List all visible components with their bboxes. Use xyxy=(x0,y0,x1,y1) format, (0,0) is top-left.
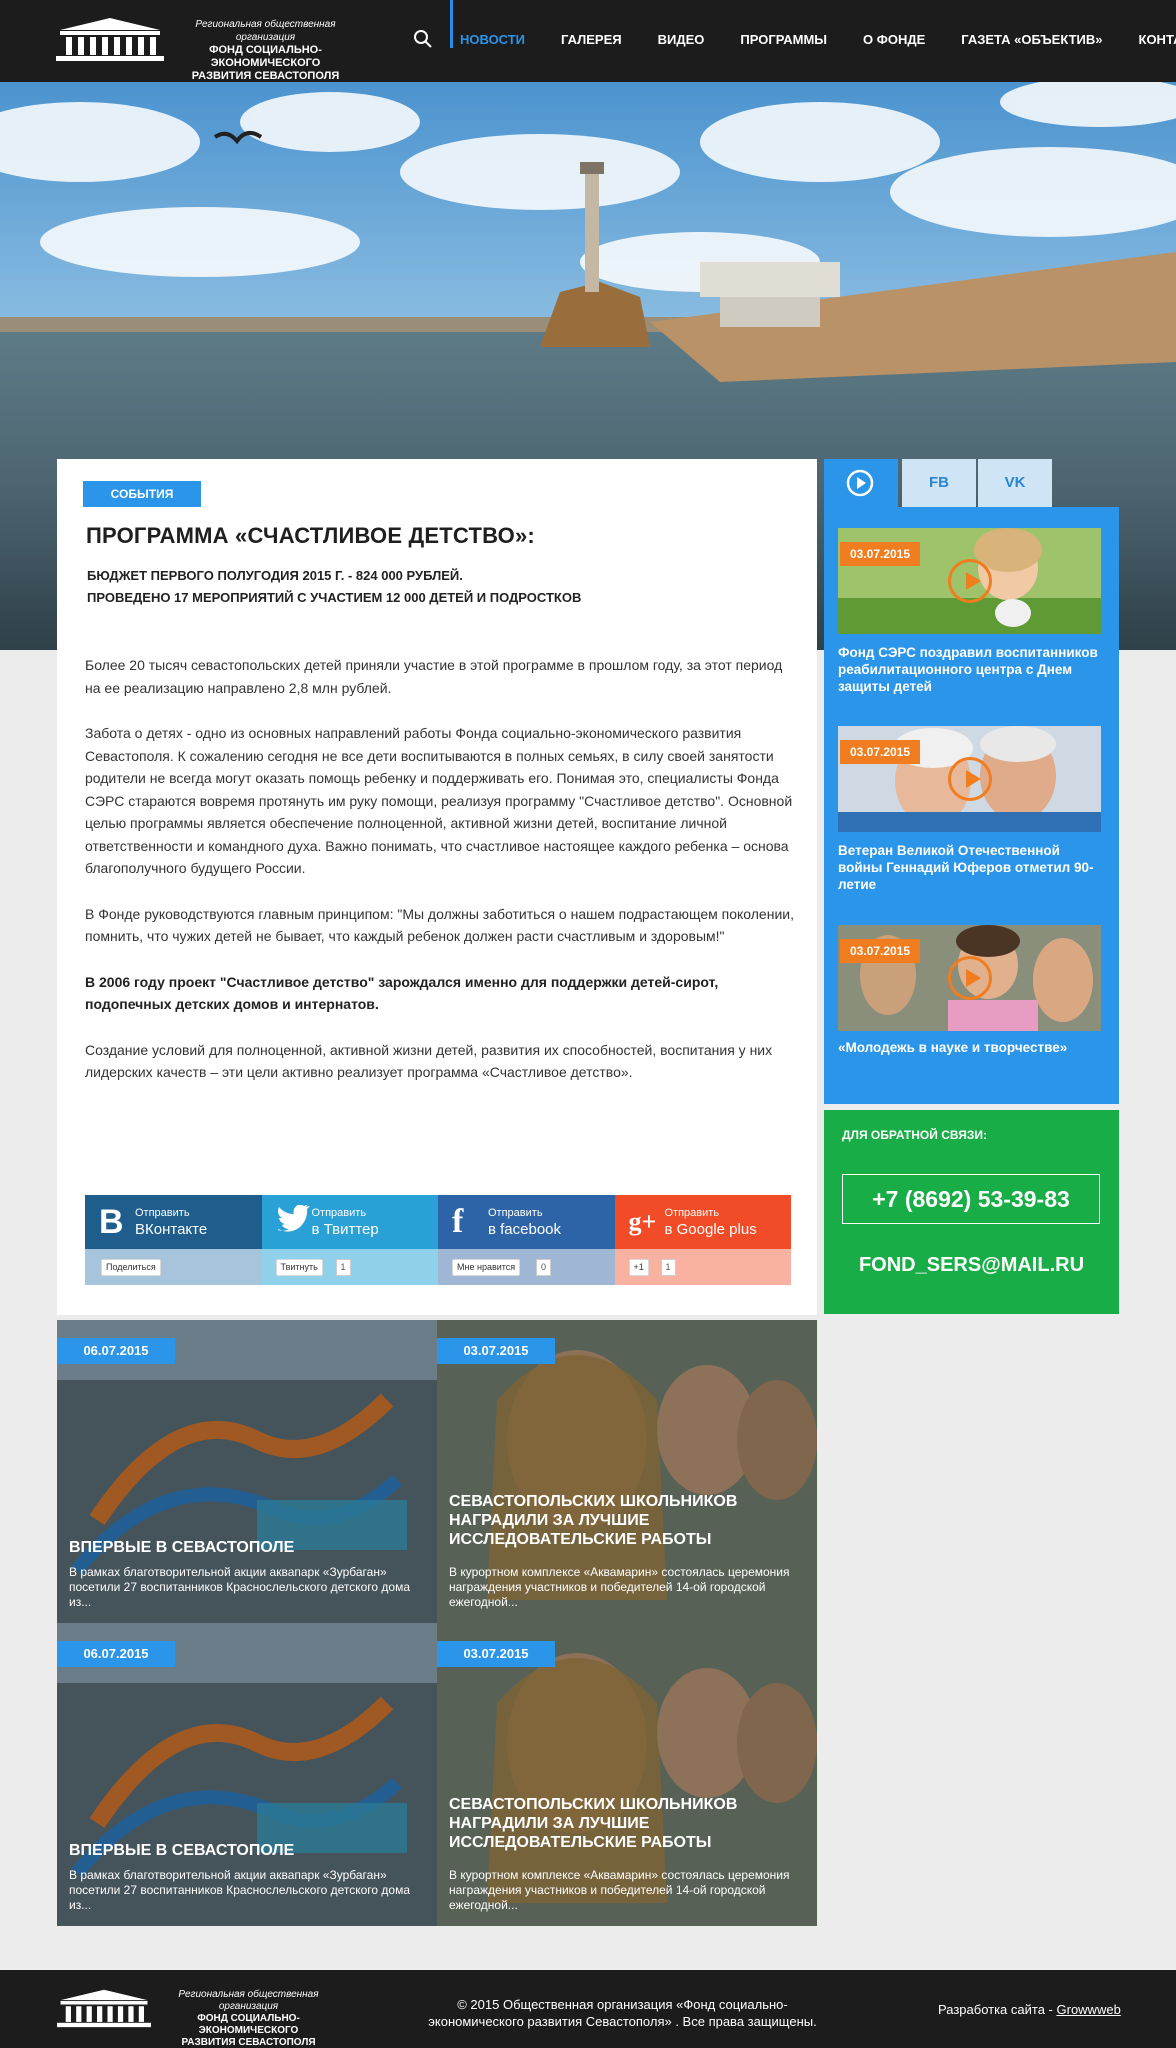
google-plus-icon: g+ xyxy=(628,1207,657,1236)
share-label: Отправить xyxy=(135,1207,190,1219)
contact-box: ДЛЯ ОБРАТНОЙ СВЯЗИ: +7 (8692) 53-39-83 F… xyxy=(824,1110,1119,1314)
footer-logo[interactable]: Региональная общественная организация ФО… xyxy=(56,1988,346,2048)
developer-label: Разработка сайта - xyxy=(938,2002,1053,2017)
plus-one-button[interactable]: +1 xyxy=(628,1259,649,1276)
video-date: 03.07.2015 xyxy=(840,939,920,963)
paragraph-bold: В 2006 году проект "Счастливое детство" … xyxy=(85,973,719,1013)
video-list: 03.07.2015 Фонд СЭРС поздравил воспитанн… xyxy=(824,507,1119,1104)
nav-item-gallery[interactable]: ГАЛЕРЕЯ xyxy=(561,32,622,47)
paragraph: Более 20 тысяч севастопольских детей при… xyxy=(85,657,783,696)
share-target: в Твиттер xyxy=(311,1221,379,1238)
share-vk[interactable]: В Отправить ВКонтакте Поделиться xyxy=(85,1195,262,1285)
share-twitter[interactable]: Отправить в Твиттер Твитнуть 1 xyxy=(261,1195,438,1285)
share-target: в facebook xyxy=(488,1221,562,1238)
article-card: СОБЫТИЯ ПРОГРАММА «СЧАСТЛИВОЕ ДЕТСТВО»: … xyxy=(57,459,817,1315)
logo-subtitle: Региональная общественная организация xyxy=(195,19,336,43)
developer-link[interactable]: Growwweb xyxy=(1057,2002,1121,2017)
nav-item-newspaper[interactable]: ГАЗЕТА «ОБЪЕКТИВ» xyxy=(961,32,1102,47)
plus-one-count: 1 xyxy=(660,1259,676,1276)
play-circle-icon xyxy=(846,469,874,497)
email-link[interactable]: FOND_SERS@MAIL.RU xyxy=(824,1254,1119,1277)
video-date: 03.07.2015 xyxy=(840,740,920,764)
play-button-icon[interactable] xyxy=(948,559,992,603)
facebook-icon: f xyxy=(452,1203,464,1240)
tweet-count: 1 xyxy=(335,1259,351,1276)
share-panel: В Отправить ВКонтакте Поделиться Отправи… xyxy=(85,1195,791,1285)
share-label: Отправить xyxy=(311,1207,367,1219)
nav-item-video[interactable]: ВИДЕО xyxy=(658,32,705,47)
site-header: Региональная общественная организация ФО… xyxy=(0,0,1176,82)
logo-subtitle: Региональная общественная организация xyxy=(178,1989,319,2012)
article-lead: БЮДЖЕТ ПЕРВОГО ПОЛУГОДИЯ 2015 Г. - 824 0… xyxy=(87,565,581,609)
share-google-plus[interactable]: g+ Отправить в Google plus +1 1 xyxy=(614,1195,791,1285)
lead-line: ПРОВЕДЕНО 17 МЕРОПРИЯТИЙ С УЧАСТИЕМ 12 0… xyxy=(87,590,582,605)
search-icon[interactable] xyxy=(412,28,434,50)
paragraph: В Фонде руководствуются главным принципо… xyxy=(85,905,794,945)
building-logo-icon xyxy=(57,1989,151,2028)
like-count: 0 xyxy=(536,1259,552,1276)
article-body: Более 20 тысяч севастопольских детей при… xyxy=(85,654,795,1107)
tab-vk[interactable]: VK xyxy=(978,459,1052,507)
news-card[interactable]: 03.07.2015 СЕВАСТОПОЛЬСКИХ ШКОЛЬНИКОВ НА… xyxy=(437,1320,817,1623)
video-date: 03.07.2015 xyxy=(840,542,920,566)
news-date: 03.07.2015 xyxy=(437,1338,555,1364)
nav-item-news[interactable]: НОВОСТИ xyxy=(460,32,525,47)
twitter-bird-icon xyxy=(277,1205,310,1232)
news-card[interactable]: 06.07.2015 ВПЕРВЫЕ В СЕВАСТОПОЛЕ В рамка… xyxy=(57,1623,437,1926)
share-target: в Google plus xyxy=(664,1221,757,1238)
video-title[interactable]: Ветеран Великой Отечественной войны Генн… xyxy=(838,842,1101,893)
logo-title-line1: ФОНД СОЦИАЛЬНО-ЭКОНОМИЧЕСКОГО xyxy=(197,2013,300,2036)
news-excerpt: В курортном комплексе «Аквамарин» состоя… xyxy=(449,1565,790,1609)
category-badge[interactable]: СОБЫТИЯ xyxy=(83,481,201,507)
main-nav: НОВОСТИ ГАЛЕРЕЯ ВИДЕО ПРОГРАММЫ О ФОНДЕ … xyxy=(460,32,1176,47)
article-title: ПРОГРАММА «СЧАСТЛИВОЕ ДЕТСТВО»: xyxy=(86,523,535,548)
paragraph: Забота о детях - одно из основных направ… xyxy=(85,725,793,876)
news-title[interactable]: ВПЕРВЫЕ В СЕВАСТОПОЛЕ xyxy=(69,1538,409,1557)
share-target: ВКонтакте xyxy=(135,1221,208,1238)
news-excerpt: В рамках благотворительной акции аквапар… xyxy=(69,1868,411,1912)
site-footer: Региональная общественная организация ФО… xyxy=(0,1970,1176,2048)
video-title[interactable]: «Молодежь в науке и творчестве» xyxy=(838,1039,1101,1056)
news-card[interactable]: 06.07.2015 ВПЕРВЫЕ В СЕВАСТОПОЛЕ В рамка… xyxy=(57,1320,437,1623)
vk-share-button[interactable]: Поделиться xyxy=(101,1259,161,1276)
video-title[interactable]: Фонд СЭРС поздравил воспитанников реабил… xyxy=(838,644,1101,695)
site-logo[interactable]: Региональная общественная организация ФО… xyxy=(56,16,366,82)
building-logo-icon xyxy=(56,18,164,61)
news-date: 03.07.2015 xyxy=(437,1641,555,1667)
share-facebook[interactable]: f Отправить в facebook Мне нравится 0 xyxy=(438,1195,615,1285)
developer-credit: Разработка сайта - Growwweb xyxy=(938,2002,1121,2017)
nav-active-indicator xyxy=(450,0,453,48)
nav-item-about[interactable]: О ФОНДЕ xyxy=(863,32,925,47)
tab-video[interactable] xyxy=(824,459,898,507)
paragraph: Создание условий для полноценной, активн… xyxy=(85,1041,773,1081)
share-label: Отправить xyxy=(488,1207,543,1219)
news-card[interactable]: 03.07.2015 СЕВАСТОПОЛЬСКИХ ШКОЛЬНИКОВ НА… xyxy=(437,1623,817,1926)
share-label: Отправить xyxy=(664,1207,720,1219)
news-excerpt: В рамках благотворительной акции аквапар… xyxy=(69,1565,411,1609)
news-title[interactable]: ВПЕРВЫЕ В СЕВАСТОПОЛЕ xyxy=(69,1841,409,1860)
news-title[interactable]: СЕВАСТОПОЛЬСКИХ ШКОЛЬНИКОВ НАГРАДИЛИ ЗА … xyxy=(449,1492,789,1549)
news-title[interactable]: СЕВАСТОПОЛЬСКИХ ШКОЛЬНИКОВ НАГРАДИЛИ ЗА … xyxy=(449,1795,789,1852)
news-date: 06.07.2015 xyxy=(57,1641,175,1667)
news-date: 06.07.2015 xyxy=(57,1338,175,1364)
tab-fb[interactable]: FB xyxy=(902,459,976,507)
lead-line: БЮДЖЕТ ПЕРВОГО ПОЛУГОДИЯ 2015 Г. - 824 0… xyxy=(87,568,463,583)
nav-item-programs[interactable]: ПРОГРАММЫ xyxy=(740,32,827,47)
tweet-button[interactable]: Твитнуть xyxy=(275,1259,323,1276)
contact-label: ДЛЯ ОБРАТНОЙ СВЯЗИ: xyxy=(842,1128,987,1142)
logo-title-line1: ФОНД СОЦИАЛЬНО-ЭКОНОМИЧЕСКОГО xyxy=(209,44,322,69)
like-button[interactable]: Мне нравится xyxy=(452,1259,521,1276)
phone-number[interactable]: +7 (8692) 53-39-83 xyxy=(842,1174,1100,1224)
play-button-icon[interactable] xyxy=(948,956,992,1000)
copyright-text: © 2015 Общественная организация «Фонд со… xyxy=(428,1997,817,2029)
news-excerpt: В курортном комплексе «Аквамарин» состоя… xyxy=(449,1868,790,1912)
vk-icon: В xyxy=(99,1203,124,1241)
nav-item-contacts[interactable]: КОНТАКТЫ xyxy=(1139,32,1176,47)
logo-title-line2: РАЗВИТИЯ СЕВАСТОПОЛЯ xyxy=(181,2037,316,2048)
play-button-icon[interactable] xyxy=(948,757,992,801)
